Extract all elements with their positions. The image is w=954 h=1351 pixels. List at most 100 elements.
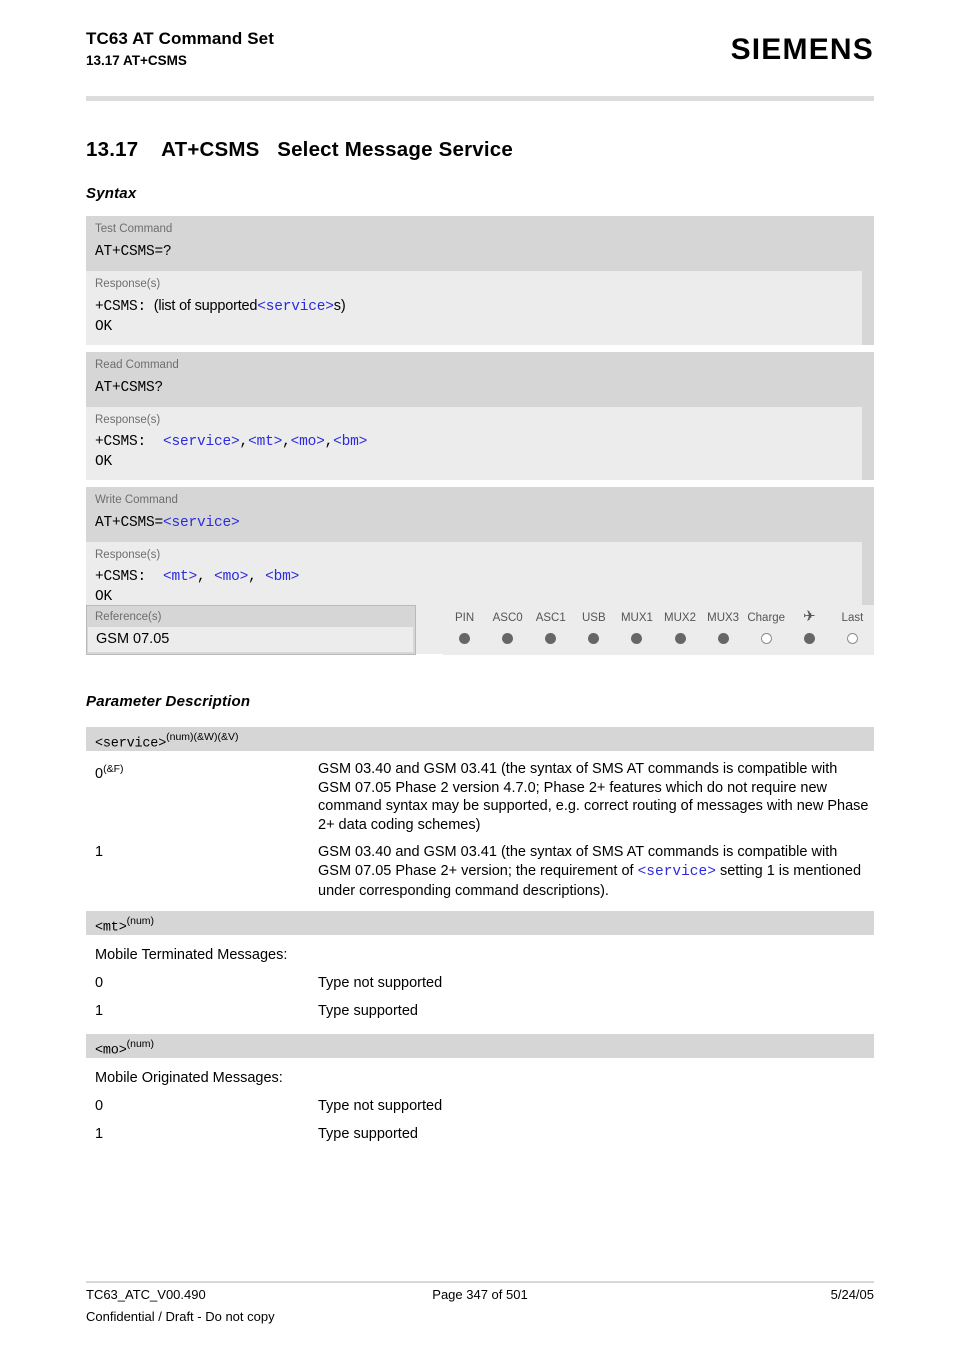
indicator-cell-mux1 — [615, 626, 658, 657]
reference-label: Reference(s) — [95, 611, 162, 623]
indicator-header-mux3: MUX3 — [707, 611, 740, 624]
dot-hollow-icon — [846, 633, 858, 645]
parameter-superscript: (num) — [126, 915, 155, 927]
indicator-cell-asc1 — [529, 626, 572, 657]
indicator-cell-mux3 — [702, 626, 745, 657]
header-divider — [86, 96, 874, 101]
indicator-header-mux2: MUX2 — [664, 611, 696, 624]
test-command-syntax: AT+CSMS=? — [95, 244, 172, 260]
indicator-header-mux1: MUX1 — [620, 611, 653, 624]
dot-filled-icon — [588, 633, 600, 645]
interface-indicator-table: PIN ASC0 ASC1 USB MUX1 MUX2 MUX3 Charge ✈ Last — [443, 605, 874, 655]
footer-page-number: Page 347 of 501 — [432, 1287, 528, 1302]
param-ref-bm: <bm> — [333, 434, 368, 450]
parameter-value-row: 1 GSM 03.40 and GSM 03.41 (the syntax of… — [86, 834, 874, 900]
parameter-superscript: (num)(&W)(&V) — [166, 731, 239, 743]
write-resp-ok: OK — [95, 588, 113, 605]
parameter-name: <service> — [95, 736, 167, 752]
page-title: 13.17 AT+CSMS Select Message Service — [86, 138, 513, 161]
document-page: TC63 AT Command Set 13.17 AT+CSMS SIEMEN… — [0, 0, 954, 1351]
reference-value: GSM 07.05 — [88, 627, 413, 652]
read-command-block: Read Command AT+CSMS? Response(s) +CSMS:… — [86, 352, 874, 480]
indicator-cell-asc0 — [486, 626, 529, 657]
dot-filled-icon — [545, 633, 557, 645]
parameter-value-row: 0 Type not supported — [86, 1088, 874, 1116]
read-response-label: Response(s) — [95, 414, 161, 426]
syntax-table: Test Command AT+CSMS=? Response(s) +CSMS… — [86, 216, 874, 654]
test-command-block: Test Command AT+CSMS=? Response(s) +CSMS… — [86, 216, 874, 345]
parameter-value-description: Type supported — [318, 1125, 418, 1142]
read-command-band: Read Command AT+CSMS? — [86, 352, 874, 407]
parameter-value-key: 0 — [95, 1098, 104, 1114]
indicator-header-charge: Charge — [747, 611, 786, 624]
indicator-cell-mux2 — [658, 626, 701, 657]
param-ref-service: <service> — [637, 863, 716, 880]
param-ref-mo: <mo> — [214, 569, 249, 585]
write-cmd-base: AT+CSMS= — [95, 515, 164, 531]
param-ref-service: <service> — [163, 515, 240, 531]
read-resp-prefix: +CSMS: — [95, 434, 147, 450]
siemens-logo: SIEMENS — [730, 33, 874, 66]
test-resp-ok: OK — [95, 318, 113, 335]
read-command-label: Read Command — [95, 359, 179, 371]
indicator-header-usb: USB — [582, 611, 606, 624]
indicator-header-row: PIN ASC0 ASC1 USB MUX1 MUX2 MUX3 Charge ✈ Last — [443, 605, 874, 626]
test-resp-prefix: +CSMS: — [95, 299, 147, 315]
parameter-superscript: (num) — [126, 1038, 155, 1050]
dot-filled-icon — [459, 633, 471, 645]
value-superscript: (&F) — [103, 763, 124, 775]
parameter-value-row: 1 Type supported — [86, 993, 874, 1021]
read-response-wrap: Response(s) +CSMS: <service>,<mt>,<mo>,<… — [86, 407, 874, 480]
reference-indicator-row: Reference(s) GSM 07.05 PIN ASC0 ASC1 USB MUX… — [86, 605, 874, 657]
parameter-section-mo: <mo>(num) Mobile Originated Messages: 0 … — [86, 1034, 874, 1143]
test-response-band: Response(s) +CSMS: (list of supported<se… — [86, 271, 862, 345]
dot-filled-icon — [674, 633, 686, 645]
dot-filled-icon — [631, 633, 643, 645]
parameter-value-row: 0(&F) GSM 03.40 and GSM 03.41 (the synta… — [86, 751, 874, 834]
parameter-name: <mo> — [95, 1043, 127, 1059]
read-resp-ok: OK — [95, 453, 113, 470]
parameter-value-description: GSM 03.40 and GSM 03.41 (the syntax of S… — [318, 761, 869, 833]
parameter-description-heading: Parameter Description — [86, 693, 251, 710]
airplane-icon: ✈ — [788, 605, 831, 626]
dot-filled-icon — [717, 633, 729, 645]
write-command-band: Write Command AT+CSMS=<service> — [86, 487, 874, 542]
parameter-section-mt: <mt>(num) Mobile Terminated Messages: 0 … — [86, 911, 874, 1020]
footer-divider — [86, 1281, 874, 1283]
value-number: 1 — [95, 844, 104, 861]
parameter-header-service: <service>(num)(&W)(&V) — [86, 727, 874, 751]
indicator-dot-row — [443, 626, 874, 657]
parameter-header-mo: <mo>(num) — [86, 1034, 874, 1058]
param-ref-service: <service> — [163, 434, 240, 450]
parameter-section-service: <service>(num)(&W)(&V) 0(&F) GSM 03.40 a… — [86, 727, 874, 900]
param-ref-mt: <mt> — [248, 434, 283, 450]
read-response-code: +CSMS: <service>,<mt>,<mo>,<bm> OK — [95, 434, 368, 470]
parameter-value-row: 0 Type not supported — [86, 965, 874, 993]
indicator-cell-charge — [745, 626, 788, 657]
airplane-icon: ✈ — [803, 608, 816, 625]
parameter-value-description: Type not supported — [318, 1098, 443, 1114]
parameter-intro-mt: Mobile Terminated Messages: — [95, 947, 288, 963]
test-command-band: Test Command AT+CSMS=? — [86, 216, 874, 271]
indicator-header-pin: PIN — [454, 611, 475, 624]
parameter-value-key: 1 — [95, 1125, 104, 1142]
parameter-intro-mo: Mobile Originated Messages: — [95, 1070, 283, 1086]
block-gap — [86, 345, 874, 352]
footer-date: 5/24/05 — [830, 1287, 874, 1302]
test-response-label: Response(s) — [95, 278, 161, 290]
parameter-value-key: 1 — [95, 1002, 104, 1019]
dot-filled-icon — [502, 633, 514, 645]
test-command-label: Test Command — [95, 223, 173, 235]
param-ref-service: <service> — [257, 299, 334, 315]
parameter-value-description: Type not supported — [318, 975, 443, 991]
indicator-header-last: Last — [841, 611, 864, 624]
page-header: TC63 AT Command Set 13.17 AT+CSMS SIEMEN… — [86, 28, 874, 88]
indicator-header-asc1: ASC1 — [535, 611, 566, 624]
param-ref-mt: <mt> — [163, 569, 198, 585]
footer-confidential-notice: Confidential / Draft - Do not copy — [86, 1309, 275, 1324]
reference-box: Reference(s) GSM 07.05 — [86, 605, 416, 655]
indicator-cell-airplane — [788, 626, 831, 657]
value-number: 0 — [95, 765, 104, 782]
test-resp-suffix: s) — [333, 298, 346, 314]
parameter-value-description: Type supported — [318, 1002, 418, 1019]
